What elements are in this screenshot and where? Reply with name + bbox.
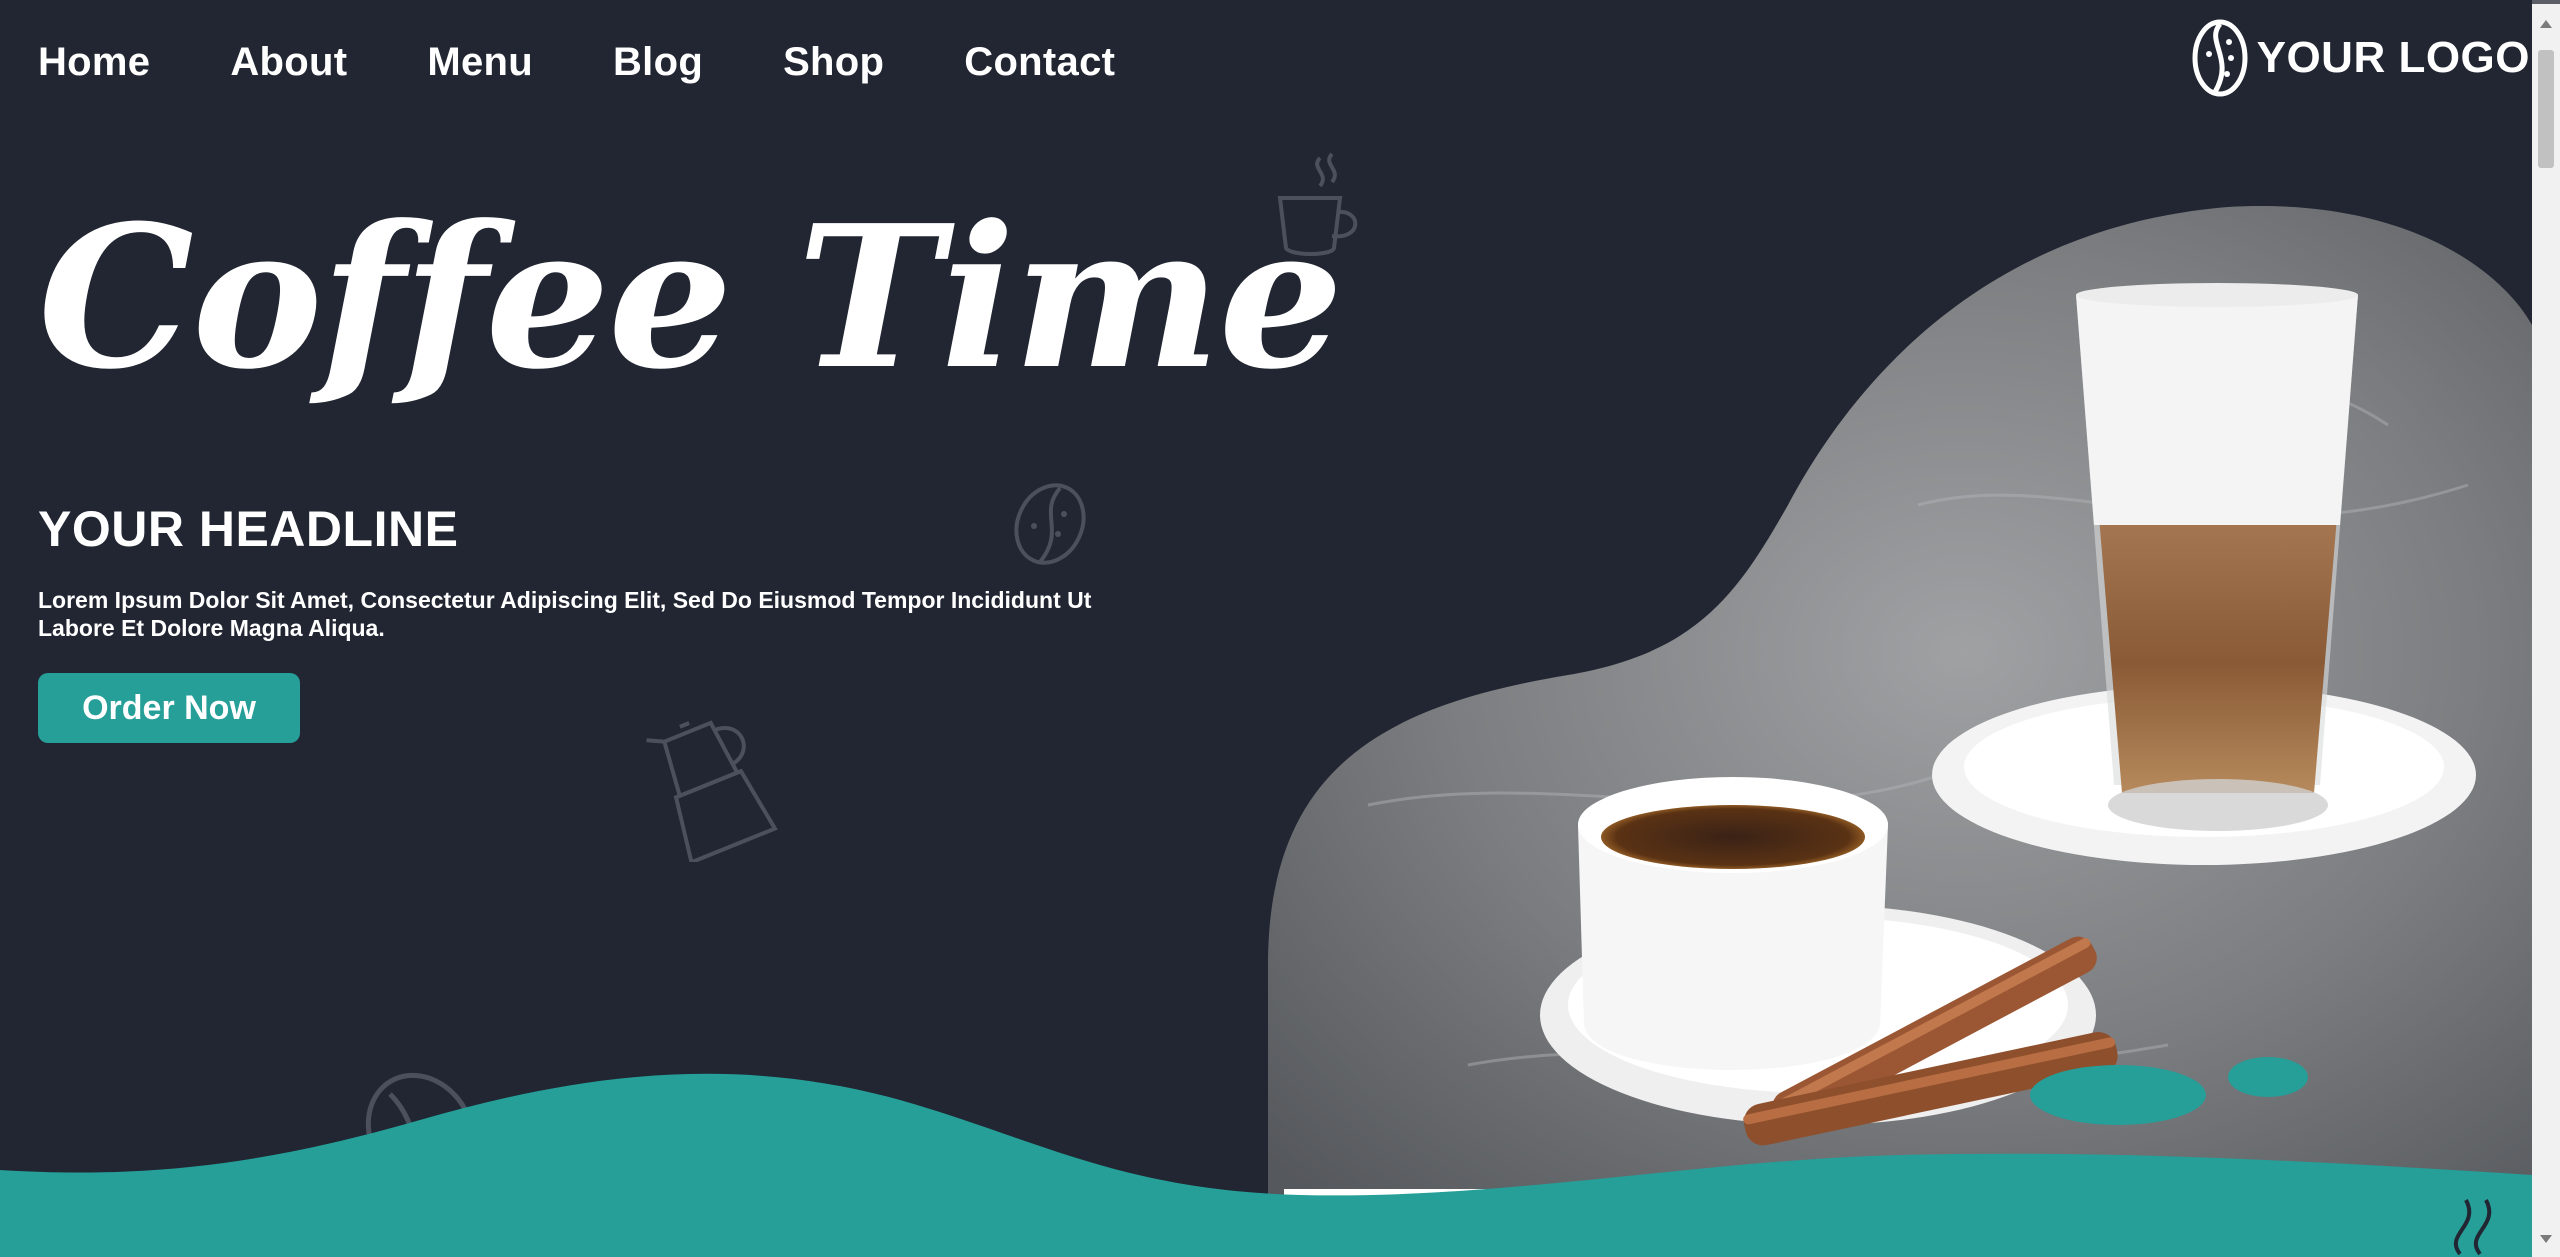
nav-about[interactable]: About — [230, 38, 347, 86]
nav-shop[interactable]: Shop — [783, 38, 884, 86]
hero-title: Coffee Time — [38, 183, 1343, 413]
brand-logo[interactable]: YOUR LOGO — [2191, 18, 2530, 98]
hero-description: Lorem Ipsum Dolor Sit Amet, Consectetur … — [38, 587, 1092, 641]
nav-menu[interactable]: Menu — [427, 38, 533, 86]
nav-blog[interactable]: Blog — [613, 38, 703, 86]
steam-icon — [2453, 1199, 2492, 1256]
nav-contact[interactable]: Contact — [964, 38, 1115, 86]
order-now-button[interactable]: Order Now — [38, 673, 300, 743]
bottom-wave — [0, 1073, 2532, 1257]
scrollbar-thumb[interactable] — [2538, 50, 2554, 168]
scroll-down-arrow-icon[interactable] — [2540, 1235, 2552, 1243]
scroll-up-arrow-icon[interactable] — [2540, 20, 2552, 28]
hero-headline: YOUR HEADLINE — [38, 501, 459, 557]
nav-home[interactable]: Home — [38, 38, 150, 86]
main-nav: Home About Menu Blog Shop Contact — [38, 38, 1195, 86]
hero-coffee-photo — [1268, 206, 2532, 1197]
vertical-scrollbar[interactable] — [2532, 4, 2560, 1257]
coffee-bean-icon — [1014, 483, 1086, 565]
moka-pot-icon — [646, 720, 778, 862]
logo-bean-icon — [2192, 19, 2248, 97]
logo-text: YOUR LOGO — [2256, 33, 2530, 82]
landing-page: Home About Menu Blog Shop Contact YOUR L… — [0, 0, 2532, 1257]
